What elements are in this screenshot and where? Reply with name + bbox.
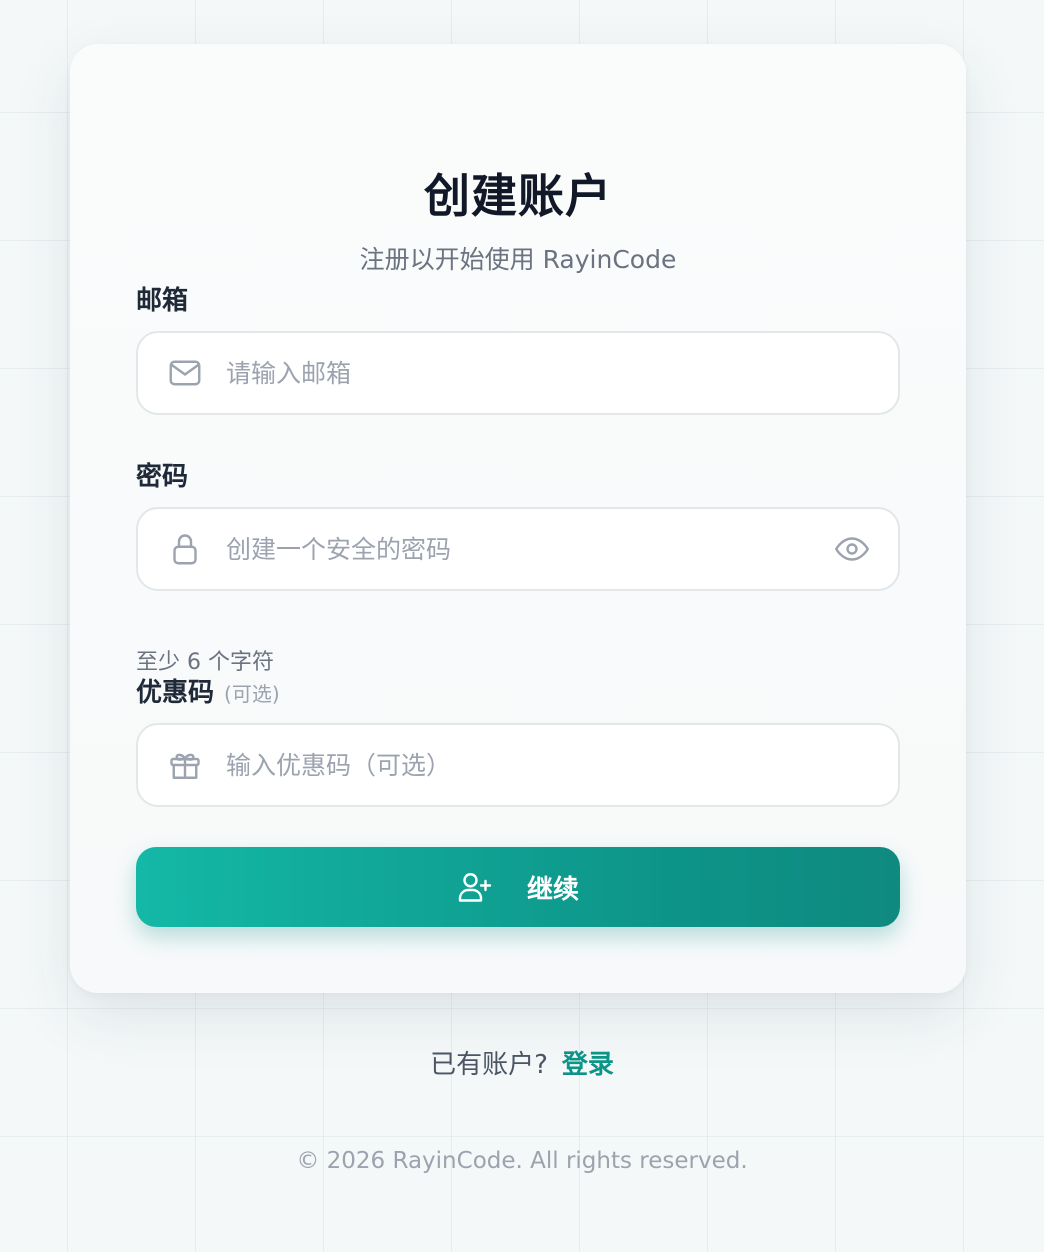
page-subtitle: 注册以开始使用 RayinCode	[359, 245, 677, 274]
continue-button-label: 继续	[526, 874, 579, 905]
coupon-label-text: 优惠码	[136, 678, 215, 708]
signin-prompt-text: 已有账户?	[430, 1050, 548, 1080]
signup-card: 创建账户 注册以开始使用 RayinCode 邮箱 密码 至少 6 个字符 优惠…	[70, 44, 966, 993]
email-label: 邮箱	[136, 286, 189, 316]
coupon-label: 优惠码 (可选)	[136, 672, 280, 709]
page-title: 创建账户	[424, 169, 612, 223]
password-label: 密码	[136, 462, 189, 492]
continue-button[interactable]: 继续	[136, 847, 900, 927]
mail-icon	[169, 360, 201, 386]
signin-link[interactable]: 登录	[562, 1050, 614, 1080]
coupon-input[interactable]	[226, 725, 806, 805]
email-input[interactable]	[226, 333, 806, 413]
lock-icon	[173, 534, 197, 565]
optional-tag: (可选)	[224, 682, 280, 706]
password-input[interactable]	[226, 509, 806, 589]
footer-copyright: © 2026 RayinCode. All rights reserved.	[296, 1148, 748, 1174]
user-plus-icon	[458, 873, 492, 902]
coupon-field-container	[136, 723, 900, 807]
gift-icon	[170, 753, 200, 779]
signin-prompt: 已有账户? 登录	[0, 1044, 1044, 1081]
eye-icon[interactable]	[832, 531, 872, 567]
email-field-container	[136, 331, 900, 415]
password-field-container	[136, 507, 900, 591]
